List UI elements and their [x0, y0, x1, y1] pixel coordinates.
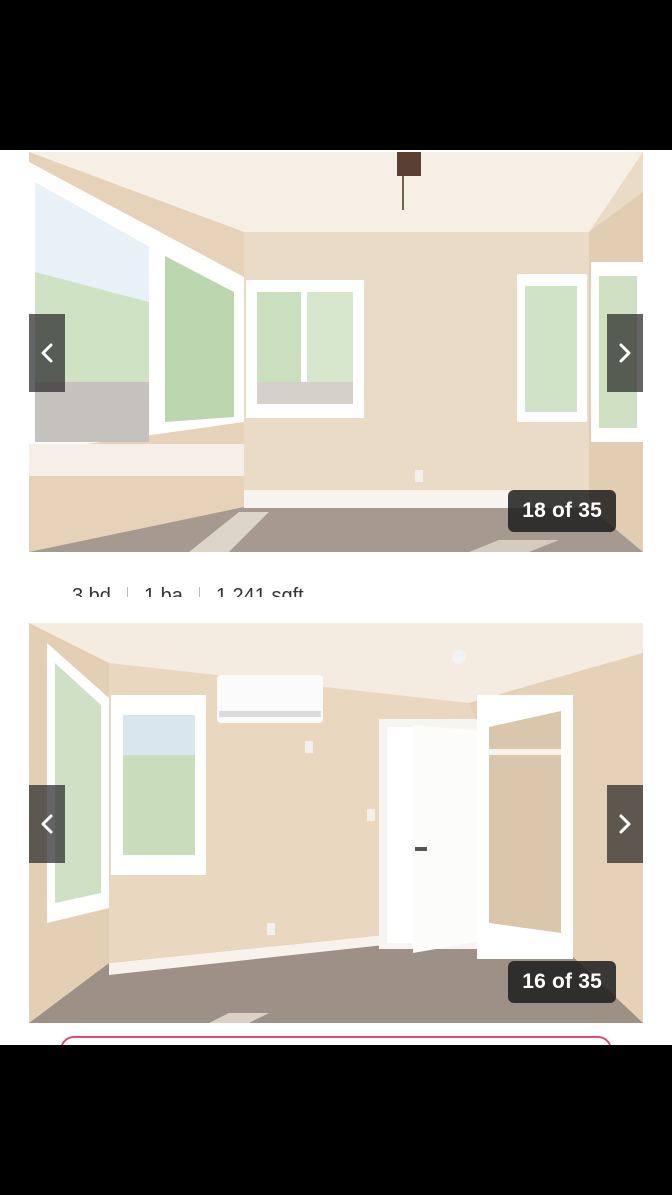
photo-counter: 16 of 35	[508, 961, 616, 1003]
chevron-left-icon	[41, 343, 53, 363]
square-footage: 1,241 sqft	[215, 585, 304, 597]
previous-photo-button[interactable]	[29, 314, 65, 392]
listing-content: 18 of 35 3 bd 1 ba 1,241 sqft 16 of 35	[0, 150, 672, 1045]
next-photo-button[interactable]	[607, 785, 643, 863]
home-bar-area-black	[0, 1045, 672, 1195]
photo-gallery[interactable]: 18 of 35	[29, 152, 643, 552]
beds-count: 3 bd	[72, 585, 111, 597]
property-facts: 3 bd 1 ba 1,241 sqft	[0, 575, 672, 597]
next-photo-button[interactable]	[607, 314, 643, 392]
photo-gallery[interactable]: 16 of 35	[29, 623, 643, 1023]
chevron-right-icon	[619, 814, 631, 834]
previous-photo-button[interactable]	[29, 785, 65, 863]
chevron-right-icon	[619, 343, 631, 363]
photo-counter: 18 of 35	[508, 490, 616, 532]
chevron-left-icon	[41, 814, 53, 834]
status-area-black	[0, 0, 672, 150]
baths-count: 1 ba	[143, 585, 183, 597]
action-button-partial[interactable]	[60, 1036, 612, 1045]
